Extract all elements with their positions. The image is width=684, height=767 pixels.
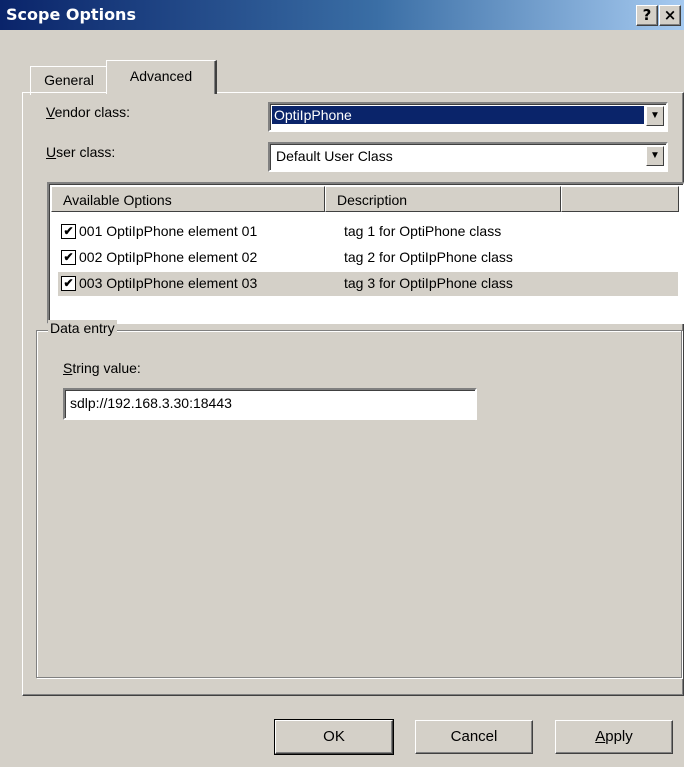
available-options-list[interactable]: Available Options Description ✔ 001 Opti… <box>47 182 684 324</box>
option-name: 002 OptiIpPhone element 02 <box>79 249 258 265</box>
title-bar: Scope Options ? × <box>0 0 684 30</box>
option-name: 001 OptiIpPhone element 01 <box>79 223 258 239</box>
vendor-class-label-text: endor class: <box>54 104 131 120</box>
vendor-class-dropdown[interactable]: OptiIpPhone ▼ <box>268 102 668 132</box>
option-name: 003 OptiIpPhone element 03 <box>79 275 258 291</box>
option-description: tag 1 for OptiPhone class <box>344 223 502 239</box>
user-class-dropdown[interactable]: Default User Class ▼ <box>268 142 668 172</box>
tab-general[interactable]: General <box>30 66 107 95</box>
option-checkbox[interactable]: ✔ <box>61 276 76 291</box>
tab-advanced[interactable]: Advanced <box>106 60 217 94</box>
string-value-text: sdlp://192.168.3.30:18443 <box>70 395 232 411</box>
vendor-class-label: Vendor class: <box>46 104 130 120</box>
user-class-value: Default User Class <box>276 148 393 164</box>
option-checkbox[interactable]: ✔ <box>61 224 76 239</box>
vendor-class-value: OptiIpPhone <box>272 106 644 124</box>
option-description: tag 2 for OptiIpPhone class <box>344 249 513 265</box>
string-value-input[interactable]: sdlp://192.168.3.30:18443 <box>63 388 477 420</box>
user-class-label: User class: <box>46 144 115 160</box>
user-class-label-text: ser class: <box>56 144 116 160</box>
user-class-label-accel: U <box>46 144 57 160</box>
string-value-label-accel: S <box>63 360 73 376</box>
cancel-button[interactable]: Cancel <box>415 720 533 754</box>
vendor-class-dropdown-arrow-icon[interactable]: ▼ <box>646 106 664 126</box>
vendor-class-label-accel: V <box>46 104 55 120</box>
column-header-description[interactable]: Description <box>325 186 561 212</box>
string-value-label-text: tring value: <box>72 360 141 376</box>
string-value-label: String value: <box>63 360 141 376</box>
data-entry-legend: Data entry <box>48 320 117 336</box>
close-button[interactable]: × <box>659 5 681 26</box>
column-header-blank[interactable] <box>561 186 679 212</box>
apply-button-accel: A <box>595 728 606 745</box>
list-item[interactable]: ✔ 002 OptiIpPhone element 02 tag 2 for O… <box>58 246 678 270</box>
option-description: tag 3 for OptiIpPhone class <box>344 275 513 291</box>
ok-button[interactable]: OK <box>274 719 394 755</box>
option-checkbox[interactable]: ✔ <box>61 250 76 265</box>
help-button[interactable]: ? <box>636 5 658 26</box>
list-item[interactable]: ✔ 001 OptiIpPhone element 01 tag 1 for O… <box>58 220 678 244</box>
data-entry-group <box>36 330 682 678</box>
apply-button-text: pply <box>605 728 633 745</box>
window-title: Scope Options <box>6 5 136 24</box>
apply-button[interactable]: Apply <box>555 720 673 754</box>
column-header-available-options[interactable]: Available Options <box>51 186 325 212</box>
user-class-dropdown-arrow-icon[interactable]: ▼ <box>646 146 664 166</box>
list-item-selected[interactable]: ✔ 003 OptiIpPhone element 03 tag 3 for O… <box>58 272 678 296</box>
